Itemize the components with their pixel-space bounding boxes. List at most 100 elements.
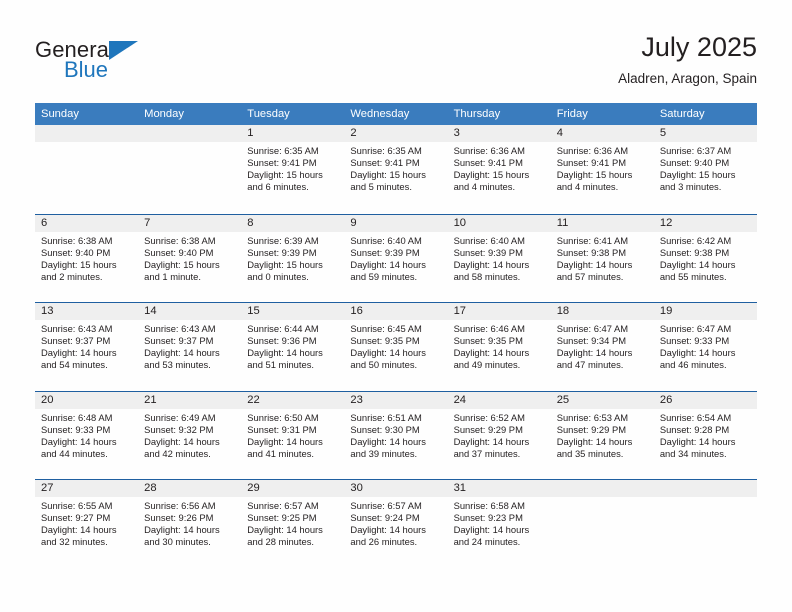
day-details: Sunrise: 6:41 AM Sunset: 9:38 PM Daylight:… <box>551 232 654 283</box>
daylight-text-line1: Daylight: 14 hours <box>659 258 736 270</box>
calendar-day-cell[interactable]: 22 Sunrise: 6:50 AM Sunset: 9:31 PM Dayligh… <box>241 391 345 479</box>
calendar-day-cell[interactable]: 1 Sunrise: 6:35 AM Sunset: 9:41 PM Daylight… <box>241 125 345 214</box>
day-number: 23 <box>344 391 448 409</box>
daylight-text-line2: and 53 minutes. <box>144 359 211 371</box>
daylight-text-line2: and 28 minutes. <box>247 536 314 548</box>
sunrise-text: Sunrise: 6:57 AM <box>247 500 319 511</box>
sunrise-text: Sunrise: 6:52 AM <box>453 411 525 423</box>
calendar-day-cell[interactable]: 10 Sunrise: 6:40 AM Sunset: 9:39 PM Dayligh… <box>447 214 551 302</box>
calendar-day-cell[interactable]: 15 Sunrise: 6:44 AM Sunset: 9:36 PM Dayligh… <box>241 303 345 391</box>
daylight-text-line1: Daylight: 14 hours <box>144 435 220 447</box>
sunrise-text: Sunrise: 6:39 AM <box>247 234 319 246</box>
daylight-text-line2: and 5 minutes. <box>350 181 412 193</box>
day-details: Sunrise: 6:47 AM Sunset: 9:34 PM Daylight:… <box>551 320 654 371</box>
daylight-text-line2: and 6 minutes. <box>247 181 309 193</box>
daylight-text-line1: Daylight: 14 hours <box>659 347 736 359</box>
day-number: 28 <box>138 480 242 497</box>
sunrise-text: Sunrise: 6:35 AM <box>247 145 319 156</box>
day-details: Sunrise: 6:44 AM Sunset: 9:36 PM Daylight:… <box>241 320 344 371</box>
daylight-text-line2: and 49 minutes. <box>453 359 521 371</box>
day-number: 10 <box>447 214 551 232</box>
daylight-text-line2: and 57 minutes. <box>556 270 624 282</box>
calendar-day-cell[interactable]: 2 Sunrise: 6:35 AM Sunset: 9:41 PM Daylight… <box>344 125 448 214</box>
calendar-day-cell[interactable]: 25 Sunrise: 6:53 AM Sunset: 9:29 PM Dayligh… <box>550 391 654 479</box>
calendar-day-cell[interactable]: 24 Sunrise: 6:52 AM Sunset: 9:29 PM Dayligh… <box>447 391 551 479</box>
sunset-text: Sunset: 9:35 PM <box>453 335 523 347</box>
sunrise-text: Sunrise: 6:38 AM <box>144 234 216 246</box>
day-number <box>653 480 757 497</box>
calendar-day-cell[interactable]: 13 Sunrise: 6:43 AM Sunset: 9:37 PM Dayligh… <box>35 303 139 391</box>
day-number: 22 <box>241 391 345 409</box>
daylight-text-line1: Daylight: 14 hours <box>350 524 426 536</box>
calendar-day-cell[interactable]: 20 Sunrise: 6:48 AM Sunset: 9:33 PM Dayligh… <box>35 391 139 479</box>
calendar-day-cell[interactable]: 30 Sunrise: 6:57 AM Sunset: 9:24 PM Dayligh… <box>344 480 448 568</box>
day-number: 12 <box>653 214 757 232</box>
calendar-day-cell[interactable]: 12 Sunrise: 6:42 AM Sunset: 9:38 PM Dayligh… <box>653 214 757 302</box>
calendar-day-cell[interactable]: 11 Sunrise: 6:41 AM Sunset: 9:38 PM Dayligh… <box>550 214 654 302</box>
calendar-page: General Blue July 2025 Aladren, Aragon, … <box>0 0 792 612</box>
day-details: Sunrise: 6:36 AM Sunset: 9:41 PM Daylight:… <box>551 142 654 193</box>
calendar-day-cell[interactable]: 23 Sunrise: 6:51 AM Sunset: 9:30 PM Dayligh… <box>344 391 448 479</box>
sunrise-text: Sunrise: 6:48 AM <box>41 411 113 423</box>
daylight-text-line1: Daylight: 15 hours <box>41 258 117 270</box>
sunrise-text: Sunrise: 6:37 AM <box>659 145 732 156</box>
daylight-text-line1: Daylight: 15 hours <box>247 258 323 270</box>
sunset-text: Sunset: 9:41 PM <box>453 157 523 169</box>
day-details: Sunrise: 6:35 AM Sunset: 9:41 PM Daylight:… <box>241 142 344 193</box>
sunset-text: Sunset: 9:31 PM <box>247 423 317 435</box>
daylight-text-line2: and 30 minutes. <box>144 536 211 548</box>
daylight-text-line2: and 26 minutes. <box>350 536 418 548</box>
sunrise-text: Sunrise: 6:43 AM <box>144 323 216 334</box>
sunrise-text: Sunrise: 6:45 AM <box>350 323 422 334</box>
daylight-text-line2: and 51 minutes. <box>247 359 314 371</box>
daylight-text-line1: Daylight: 14 hours <box>453 524 530 536</box>
day-number: 26 <box>653 391 757 409</box>
day-number: 1 <box>241 125 345 142</box>
sunrise-text: Sunrise: 6:38 AM <box>41 234 113 246</box>
daylight-text-line1: Daylight: 14 hours <box>41 524 117 536</box>
calendar-day-cell[interactable]: 21 Sunrise: 6:49 AM Sunset: 9:32 PM Dayligh… <box>138 391 242 479</box>
calendar-day-cell-empty <box>653 480 757 568</box>
calendar-day-cell[interactable]: 19 Sunrise: 6:47 AM Sunset: 9:33 PM Dayligh… <box>653 303 757 391</box>
day-details: Sunrise: 6:58 AM Sunset: 9:23 PM Daylight:… <box>448 497 551 548</box>
calendar-grid: Sunday Monday Tuesday Wednesday Thursday Frid… <box>35 103 757 568</box>
day-details: Sunrise: 6:38 AM Sunset: 9:40 PM Daylight:… <box>138 232 241 283</box>
calendar-day-cell[interactable]: 8 Sunrise: 6:39 AM Sunset: 9:39 PM Daylight… <box>241 214 345 302</box>
calendar-day-cell[interactable]: 31 Sunrise: 6:58 AM Sunset: 9:23 PM Dayligh… <box>447 480 551 568</box>
day-details: Sunrise: 6:43 AM Sunset: 9:37 PM Daylight:… <box>138 320 241 371</box>
sunrise-text: Sunrise: 6:57 AM <box>350 500 422 511</box>
sunset-text: Sunset: 9:33 PM <box>41 423 111 435</box>
calendar-week-row: 13 Sunrise: 6:43 AM Sunset: 9:37 PM Dayligh… <box>35 302 757 391</box>
calendar-day-cell[interactable]: 28 Sunrise: 6:56 AM Sunset: 9:26 PM Dayligh… <box>138 480 242 568</box>
day-details: Sunrise: 6:48 AM Sunset: 9:33 PM Daylight:… <box>35 409 138 460</box>
day-details: Sunrise: 6:57 AM Sunset: 9:24 PM Daylight:… <box>344 497 447 548</box>
weekday-header-tuesday: Tuesday <box>247 108 290 120</box>
daylight-text-line1: Daylight: 14 hours <box>247 347 323 359</box>
daylight-text-line1: Daylight: 14 hours <box>659 435 736 447</box>
calendar-day-cell[interactable]: 16 Sunrise: 6:45 AM Sunset: 9:35 PM Dayligh… <box>344 303 448 391</box>
calendar-day-cell[interactable]: 17 Sunrise: 6:46 AM Sunset: 9:35 PM Dayligh… <box>447 303 551 391</box>
calendar-day-cell[interactable]: 5 Sunrise: 6:37 AM Sunset: 9:40 PM Daylight… <box>653 125 757 214</box>
daylight-text-line2: and 39 minutes. <box>350 447 418 459</box>
calendar-day-cell[interactable]: 3 Sunrise: 6:36 AM Sunset: 9:41 PM Daylight… <box>447 125 551 214</box>
calendar-day-cell[interactable]: 4 Sunrise: 6:36 AM Sunset: 9:41 PM Daylight… <box>550 125 654 214</box>
calendar-day-cell[interactable]: 7 Sunrise: 6:38 AM Sunset: 9:40 PM Daylight… <box>138 214 242 302</box>
daylight-text-line1: Daylight: 14 hours <box>350 258 426 270</box>
daylight-text-line1: Daylight: 15 hours <box>659 169 736 181</box>
sunrise-text: Sunrise: 6:49 AM <box>144 411 216 423</box>
day-details: Sunrise: 6:55 AM Sunset: 9:27 PM Daylight:… <box>35 497 138 548</box>
calendar-day-cell[interactable]: 6 Sunrise: 6:38 AM Sunset: 9:40 PM Daylight… <box>35 214 139 302</box>
day-details: Sunrise: 6:45 AM Sunset: 9:35 PM Daylight:… <box>344 320 447 371</box>
calendar-day-cell[interactable]: 26 Sunrise: 6:54 AM Sunset: 9:28 PM Dayligh… <box>653 391 757 479</box>
calendar-day-cell[interactable]: 18 Sunrise: 6:47 AM Sunset: 9:34 PM Dayligh… <box>550 303 654 391</box>
calendar-day-cell[interactable]: 9 Sunrise: 6:40 AM Sunset: 9:39 PM Daylight… <box>344 214 448 302</box>
sunset-text: Sunset: 9:39 PM <box>453 246 523 258</box>
sunset-text: Sunset: 9:37 PM <box>41 335 111 347</box>
weekday-header-sunday: Sunday <box>41 108 79 120</box>
calendar-day-cell[interactable]: 14 Sunrise: 6:43 AM Sunset: 9:37 PM Dayligh… <box>138 303 242 391</box>
calendar-day-cell[interactable]: 27 Sunrise: 6:55 AM Sunset: 9:27 PM Dayligh… <box>35 480 139 568</box>
day-number: 27 <box>35 480 139 497</box>
calendar-week-row: 6 Sunrise: 6:38 AM Sunset: 9:40 PM Daylight… <box>35 213 757 302</box>
sunset-text: Sunset: 9:26 PM <box>144 512 214 524</box>
calendar-day-cell[interactable]: 29 Sunrise: 6:57 AM Sunset: 9:25 PM Dayligh… <box>241 480 345 568</box>
